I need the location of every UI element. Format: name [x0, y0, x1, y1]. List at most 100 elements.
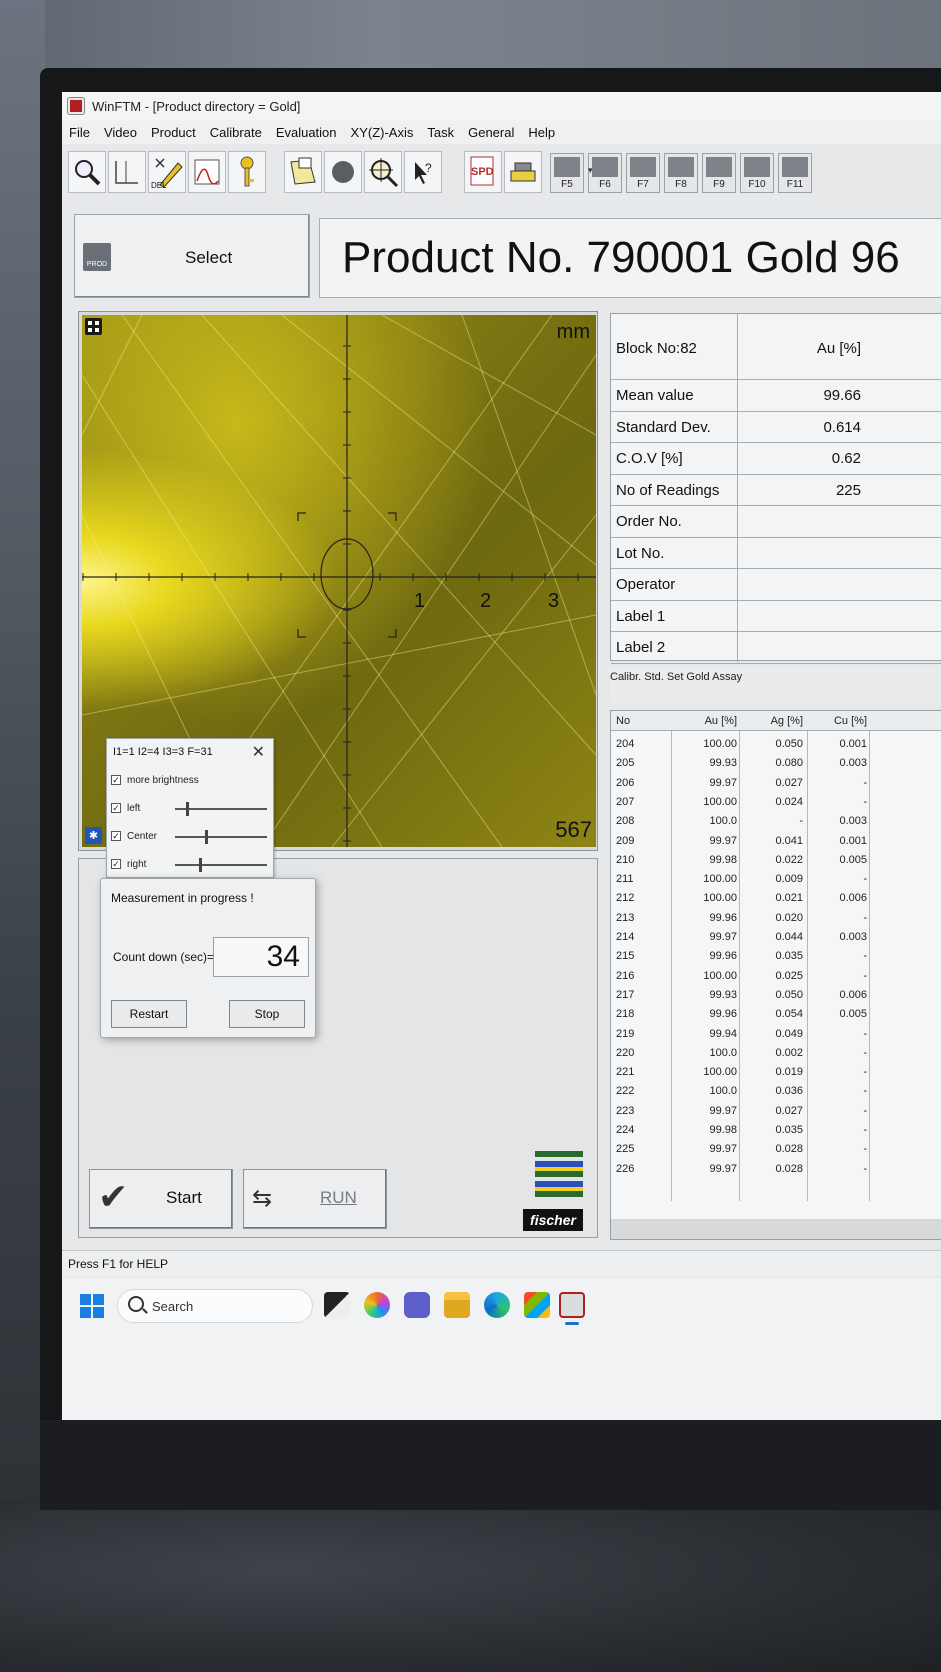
- frame-icon[interactable]: [108, 151, 146, 193]
- restart-button[interactable]: Restart: [111, 1000, 187, 1028]
- edge-icon[interactable]: [484, 1292, 510, 1318]
- table-cell: 225: [616, 1143, 635, 1156]
- table-cell: 100.00: [703, 1066, 737, 1079]
- menu-item-evaluation[interactable]: Evaluation: [269, 125, 344, 140]
- key-icon[interactable]: [228, 151, 266, 193]
- help-cursor-icon[interactable]: ?: [404, 151, 442, 193]
- horizontal-scrollbar[interactable]: [611, 1219, 941, 1239]
- table-row[interactable]: 208 100.0 - 0.003: [611, 812, 941, 831]
- menu-item-product[interactable]: Product: [144, 125, 203, 140]
- table-cell: 100.0: [709, 1046, 737, 1059]
- table-row[interactable]: 220 100.0 0.002 -: [611, 1044, 941, 1063]
- table-row[interactable]: 211 100.00 0.009 -: [611, 870, 941, 889]
- menu-item-help[interactable]: Help: [521, 125, 562, 140]
- start-checkmark-icon: ✔: [98, 1176, 129, 1217]
- function-key-f7[interactable]: F7: [626, 153, 660, 193]
- more-brightness-row[interactable]: ✓ more brightness: [111, 773, 271, 789]
- column-header[interactable]: Cu [%]: [807, 715, 867, 727]
- select-product-button[interactable]: PROD Select: [74, 214, 310, 298]
- function-key-f9[interactable]: F9: [702, 153, 736, 193]
- store-icon[interactable]: [524, 1292, 550, 1318]
- countdown-label: Count down (sec)=: [113, 950, 215, 964]
- table-cell: 99.97: [709, 1143, 737, 1156]
- crosshair-icon[interactable]: [364, 151, 402, 193]
- task-view-icon[interactable]: [324, 1292, 350, 1318]
- table-row[interactable]: 214 99.97 0.044 0.003: [611, 928, 941, 947]
- function-key-f11[interactable]: F11: [778, 153, 812, 193]
- table-row[interactable]: 212 100.00 0.021 0.006: [611, 889, 941, 908]
- table-row[interactable]: 216 100.00 0.025 -: [611, 967, 941, 986]
- brightness-slider[interactable]: [175, 830, 267, 844]
- slider-thumb[interactable]: [198, 858, 202, 872]
- more-brightness-checkbox[interactable]: ✓: [111, 775, 121, 785]
- table-row[interactable]: 219 99.94 0.049 -: [611, 1025, 941, 1044]
- brightness-slider[interactable]: [175, 858, 267, 872]
- circle-icon[interactable]: [324, 151, 362, 193]
- table-row[interactable]: 215 99.96 0.035 -: [611, 947, 941, 966]
- brightness-checkbox[interactable]: ✓: [111, 859, 121, 869]
- table-cell: 99.96: [709, 950, 737, 963]
- spectrum-report-icon[interactable]: SPD: [464, 151, 502, 193]
- close-icon[interactable]: ✕: [252, 742, 265, 762]
- file-explorer-icon[interactable]: [444, 1292, 470, 1318]
- stage-icon[interactable]: [504, 151, 542, 193]
- menu-item-file[interactable]: File: [62, 125, 97, 140]
- spectrum-icon[interactable]: [188, 151, 226, 193]
- brightness-checkbox[interactable]: ✓: [111, 803, 121, 813]
- stop-button[interactable]: Stop: [229, 1000, 305, 1028]
- table-cell: 205: [616, 757, 635, 770]
- magnify-icon[interactable]: [68, 151, 106, 193]
- brightness-slider[interactable]: [175, 802, 267, 816]
- table-row[interactable]: 205 99.93 0.080 0.003: [611, 754, 941, 773]
- table-row[interactable]: 225 99.97 0.028 -: [611, 1140, 941, 1159]
- column-header[interactable]: Au [%]: [671, 715, 737, 727]
- table-cell: 0.054: [775, 1008, 803, 1021]
- document-icon[interactable]: [284, 151, 322, 193]
- function-key-f6[interactable]: F6: [588, 153, 622, 193]
- copilot-icon[interactable]: [364, 1292, 390, 1318]
- bluetooth-icon[interactable]: ✱: [85, 827, 102, 844]
- table-row[interactable]: 207 100.00 0.024 -: [611, 793, 941, 812]
- menu-item-calibrate[interactable]: Calibrate: [203, 125, 269, 140]
- column-header[interactable]: Ag [%]: [739, 715, 803, 727]
- grid-icon[interactable]: [85, 318, 102, 335]
- table-row[interactable]: 217 99.93 0.050 0.006: [611, 986, 941, 1005]
- table-row[interactable]: 222 100.0 0.036 -: [611, 1082, 941, 1101]
- function-key-f10[interactable]: F10: [740, 153, 774, 193]
- winftm-icon[interactable]: [559, 1292, 585, 1318]
- table-cell: 204: [616, 738, 635, 750]
- delete-marker-icon[interactable]: DEL: [148, 151, 186, 193]
- table-row[interactable]: 209 99.97 0.041 0.001: [611, 832, 941, 851]
- table-row[interactable]: 221 100.00 0.019 -: [611, 1063, 941, 1082]
- table-row[interactable]: 226 99.97 0.028 -: [611, 1160, 941, 1179]
- column-header[interactable]: No: [616, 715, 630, 727]
- calibration-table: No Au [%] Ag [%] Cu [%] 204 100.00 0.050 0.001 2…: [610, 710, 941, 1240]
- slider-thumb[interactable]: [205, 830, 209, 844]
- table-row[interactable]: 218 99.96 0.054 0.005: [611, 1005, 941, 1024]
- axis-tick-2: 2: [480, 590, 491, 612]
- menu-item-xy-z-axis[interactable]: XY(Z)-Axis: [344, 125, 421, 140]
- table-cell: -: [863, 1027, 867, 1040]
- run-button[interactable]: ⇆ RUN: [243, 1169, 387, 1229]
- windows-start-icon[interactable]: [80, 1294, 104, 1318]
- table-row[interactable]: 213 99.96 0.020 -: [611, 909, 941, 928]
- function-key-f8[interactable]: F8: [664, 153, 698, 193]
- table-row[interactable]: 206 99.97 0.027 -: [611, 774, 941, 793]
- start-button[interactable]: ✔ Start: [89, 1169, 233, 1229]
- table-row[interactable]: 210 99.98 0.022 0.005: [611, 851, 941, 870]
- product-header: Product No. 790001 Gold 96: [319, 218, 941, 298]
- table-row[interactable]: 204 100.00 0.050 0.001: [611, 735, 941, 754]
- f5-dropdown-icon[interactable]: ▾: [588, 165, 593, 176]
- menu-item-general[interactable]: General: [461, 125, 521, 140]
- function-key-f5[interactable]: F5: [550, 153, 584, 193]
- taskbar-search[interactable]: Search: [117, 1289, 313, 1323]
- function-key-cap: [554, 157, 580, 177]
- table-row[interactable]: 224 99.98 0.035 -: [611, 1121, 941, 1140]
- slider-thumb[interactable]: [186, 802, 190, 816]
- menu-item-task[interactable]: Task: [420, 125, 461, 140]
- table-row[interactable]: 223 99.97 0.027 -: [611, 1102, 941, 1121]
- brightness-checkbox[interactable]: ✓: [111, 831, 121, 841]
- table-cell: -: [863, 776, 867, 789]
- menu-item-video[interactable]: Video: [97, 125, 144, 140]
- teams-icon[interactable]: [404, 1292, 430, 1318]
